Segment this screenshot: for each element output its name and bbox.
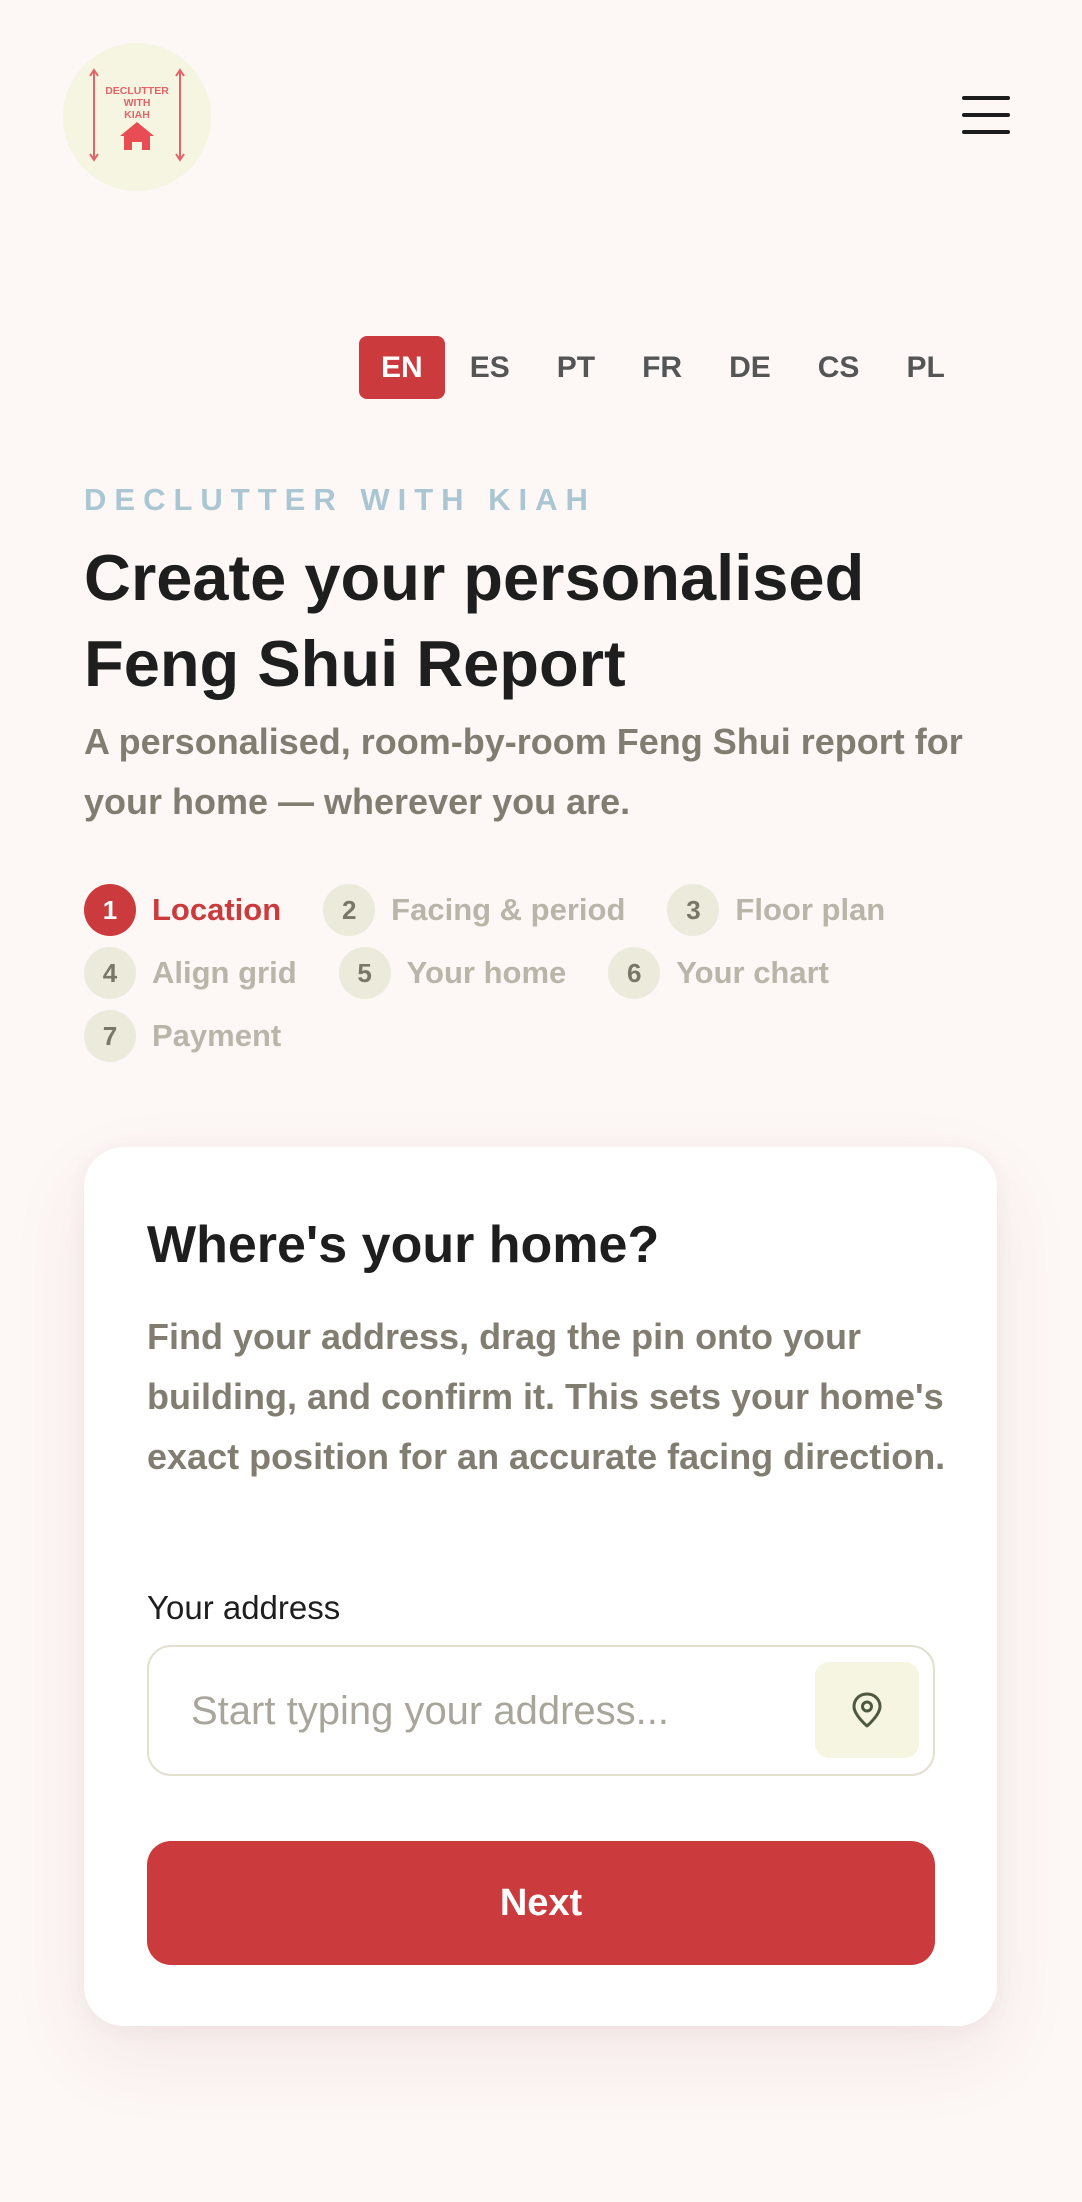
page-title: Create your personalised Feng Shui Repor… <box>84 541 865 700</box>
card-title: Where's your home? <box>147 1216 660 1274</box>
logo-line-1: DECLUTTER <box>105 85 169 97</box>
step-number: 2 <box>323 884 376 936</box>
step-number: 7 <box>84 1010 136 1062</box>
step-label: Payment <box>152 1018 282 1053</box>
lang-pl[interactable]: PL <box>884 336 966 399</box>
next-button[interactable]: Next <box>147 1841 935 1965</box>
hamburger-icon-line <box>962 130 1010 134</box>
step-number: 5 <box>338 947 391 999</box>
card-description: Find your address, drag the pin onto you… <box>147 1316 946 1477</box>
step-floor-plan[interactable]: 3 Floor plan <box>667 884 885 936</box>
location-card: Where's your home? Find your address, dr… <box>84 1147 997 2026</box>
step-label: Facing & period <box>391 892 626 927</box>
page-subtitle: A personalised, room-by-room Feng Shui r… <box>84 721 963 822</box>
lang-de[interactable]: DE <box>707 336 793 399</box>
map-pin-icon <box>852 1692 882 1728</box>
step-number: 1 <box>84 884 136 936</box>
step-your-chart[interactable]: 6 Your chart <box>608 947 829 999</box>
logo-line-2: WITH <box>124 97 151 109</box>
step-label: Your home <box>406 955 567 990</box>
locate-button[interactable] <box>815 1662 919 1758</box>
hamburger-icon-line <box>962 113 1010 117</box>
step-facing-period[interactable]: 2 Facing & period <box>323 884 625 936</box>
step-location[interactable]: 1 Location <box>84 884 281 936</box>
step-label: Your chart <box>676 955 829 990</box>
stepper: 1 Location 2 Facing & period 3 Floor pla… <box>84 884 1044 1073</box>
step-align-grid[interactable]: 4 Align grid <box>84 947 297 999</box>
language-switcher: EN ES PT FR DE CS PL <box>359 336 970 399</box>
header: DECLUTTER WITH KIAH <box>0 0 1082 230</box>
address-input[interactable] <box>189 1647 793 1775</box>
lang-pt[interactable]: PT <box>535 336 617 399</box>
step-number: 6 <box>608 947 661 999</box>
hamburger-icon-line <box>962 96 1010 100</box>
step-your-home[interactable]: 5 Your home <box>338 947 567 999</box>
address-field <box>147 1645 935 1776</box>
lang-en[interactable]: EN <box>359 336 445 399</box>
menu-button[interactable] <box>955 90 1017 140</box>
step-label: Location <box>152 892 282 927</box>
logo[interactable]: DECLUTTER WITH KIAH <box>63 43 211 191</box>
step-number: 3 <box>667 884 720 936</box>
step-number: 4 <box>84 947 136 999</box>
lang-cs[interactable]: CS <box>796 336 882 399</box>
lang-es[interactable]: ES <box>448 336 532 399</box>
logo-line-3: KIAH <box>124 109 150 121</box>
lang-fr[interactable]: FR <box>620 336 704 399</box>
step-label: Floor plan <box>735 892 886 927</box>
logo-house-icon: DECLUTTER WITH KIAH <box>89 68 185 162</box>
eyebrow: DECLUTTER WITH KIAH <box>84 482 596 517</box>
address-label: Your address <box>147 1589 341 1626</box>
step-label: Align grid <box>152 955 297 990</box>
step-payment[interactable]: 7 Payment <box>84 1010 281 1062</box>
